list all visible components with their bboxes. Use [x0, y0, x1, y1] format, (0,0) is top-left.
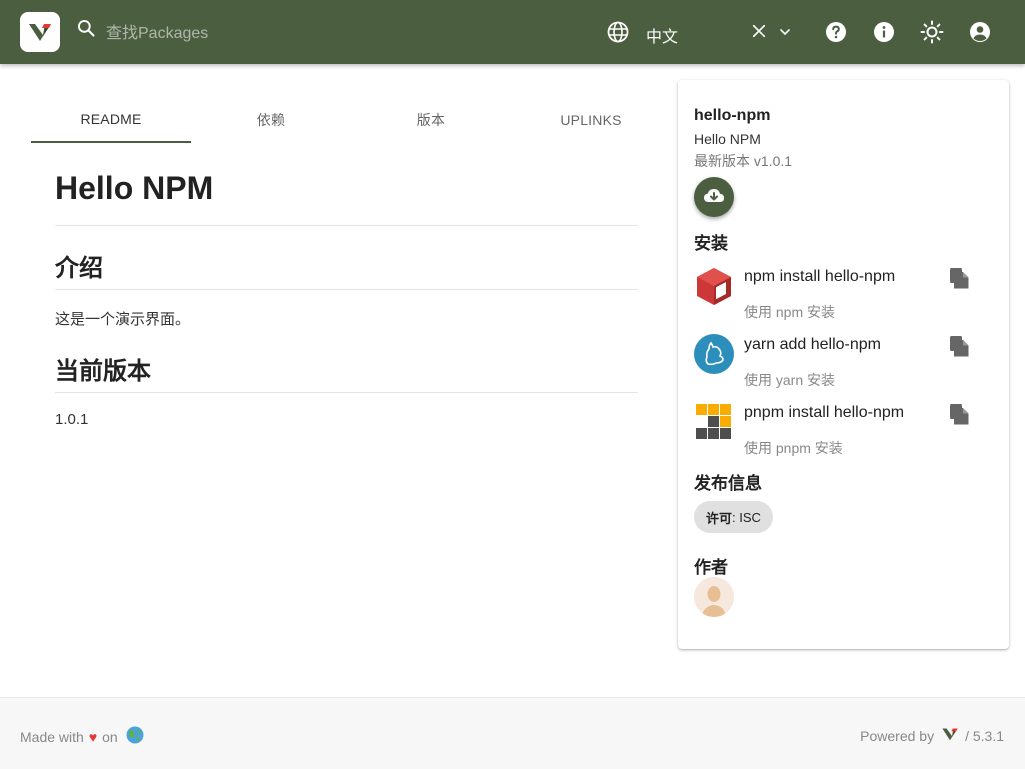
copy-icon[interactable] — [948, 266, 970, 295]
language-selector[interactable]: 中文 — [606, 20, 678, 49]
heart-icon: ♥ — [88, 728, 98, 745]
search-input[interactable]: 查找Packages — [106, 19, 208, 43]
language-value: 中文 — [646, 28, 679, 46]
search-bar[interactable]: 查找Packages — [76, 18, 208, 43]
package-latest-version: 最新版本 v1.0.1 — [694, 153, 793, 169]
copy-icon[interactable] — [948, 402, 970, 431]
verdaccio-small-logo[interactable] — [941, 726, 959, 745]
made-with-text: Made with — [20, 728, 84, 745]
on-text: on — [102, 728, 118, 745]
install-subtitle: 使用 pnpm 安装 — [744, 440, 843, 456]
version-text: / 5.3.1 — [965, 727, 1004, 744]
theme-toggle-icon[interactable] — [920, 20, 944, 44]
author-title: 作者 — [694, 558, 728, 577]
verdaccio-logo[interactable] — [20, 12, 60, 52]
install-item-yarn: yarn add hello-npm 使用 yarn 安装 — [694, 334, 994, 394]
footer-made-with: Made with ♥ on — [20, 726, 144, 747]
info-icon[interactable] — [872, 20, 896, 44]
install-item-npm: npm install hello-npm 使用 npm 安装 — [694, 266, 994, 326]
clear-icon[interactable] — [750, 22, 768, 45]
publish-info-title: 发布信息 — [694, 474, 762, 493]
readme-version-text: 1.0.1 — [55, 411, 89, 428]
tab-versions[interactable]: 版本 — [351, 96, 511, 143]
readme-heading-version: 当前版本 — [55, 351, 638, 393]
install-subtitle: 使用 npm 安装 — [744, 304, 836, 320]
tab-dependencies[interactable]: 依赖 — [191, 96, 351, 143]
install-item-pnpm: pnpm install hello-npm 使用 pnpm 安装 — [694, 402, 994, 462]
install-title: 安装 — [694, 234, 728, 253]
help-icon[interactable] — [824, 20, 848, 44]
package-sidebar-card: hello-npm Hello NPM 最新版本 v1.0.1 安装 npm i… — [678, 80, 1009, 649]
footer: Made with ♥ on Powered by / 5.3.1 — [0, 697, 1025, 769]
footer-powered-by: Powered by / 5.3.1 — [860, 726, 1004, 745]
license-label: 许可 — [706, 510, 733, 526]
author-avatar[interactable] — [694, 577, 734, 617]
readme-intro-text: 这是一个演示界面。 — [55, 311, 191, 328]
download-button[interactable] — [694, 177, 734, 217]
cloud-download-icon — [702, 183, 726, 212]
license-chip: 许可 : ISC — [694, 501, 773, 533]
package-description: Hello NPM — [694, 131, 761, 147]
readme-content: Hello NPM 介绍 这是一个演示界面。 当前版本 1.0.1 — [55, 170, 638, 428]
npm-icon — [694, 266, 734, 306]
globe-icon — [606, 20, 630, 49]
yarn-icon — [694, 334, 734, 374]
package-tabs: README 依赖 版本 UPLINKS — [31, 96, 671, 143]
install-command: npm install hello-npm — [744, 268, 896, 285]
license-value: : ISC — [732, 509, 761, 525]
chevron-down-icon[interactable] — [777, 24, 793, 45]
account-icon[interactable] — [968, 20, 992, 44]
powered-by-text: Powered by — [860, 727, 935, 744]
pnpm-icon — [694, 402, 734, 442]
copy-icon[interactable] — [948, 334, 970, 363]
readme-title: Hello NPM — [55, 170, 638, 226]
install-command: yarn add hello-npm — [744, 336, 881, 353]
search-icon — [76, 18, 96, 43]
install-command: pnpm install hello-npm — [744, 404, 905, 421]
install-subtitle: 使用 yarn 安装 — [744, 372, 836, 388]
top-app-bar: 查找Packages 中文 — [0, 0, 1025, 64]
globe-earth-icon[interactable] — [126, 726, 144, 747]
tab-uplinks[interactable]: UPLINKS — [511, 96, 671, 143]
package-name: hello-npm — [694, 107, 771, 124]
readme-heading-intro: 介绍 — [55, 248, 638, 290]
tab-readme[interactable]: README — [31, 96, 191, 143]
